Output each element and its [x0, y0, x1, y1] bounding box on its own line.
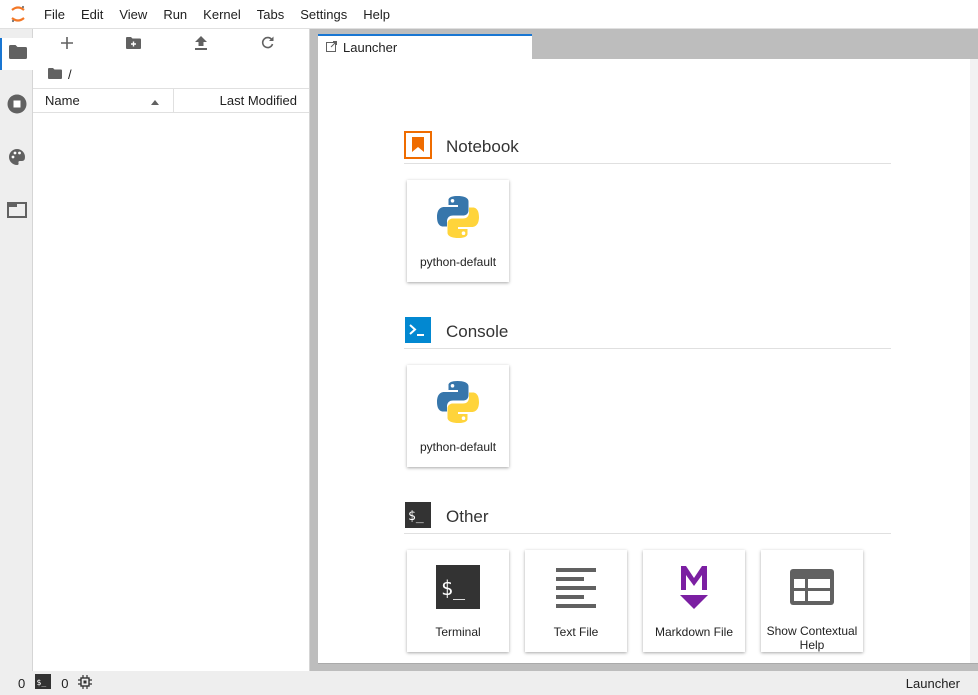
menubar: File Edit View Run Kernel Tabs Settings … [0, 0, 978, 29]
text-file-icon [550, 561, 602, 613]
tab-window-icon [6, 201, 27, 223]
console-section-header: Console [404, 316, 891, 349]
status-bar: 0 $_ 0 Launcher [0, 671, 978, 695]
notebook-cards: python-default [404, 164, 891, 282]
notebook-section: Notebook python-default [404, 130, 891, 282]
tab-launcher[interactable]: Launcher [318, 34, 532, 59]
notebook-section-header: Notebook [404, 130, 891, 164]
card-label: python-default [419, 440, 497, 454]
file-browser-toolbar [33, 29, 309, 61]
file-list-header: Name Last Modified [33, 88, 309, 113]
main-dock-area: Launcher Notebook python-default Console… [310, 29, 978, 671]
plus-icon [60, 36, 73, 54]
refresh-button[interactable] [234, 29, 301, 61]
console-cards: python-default [404, 349, 891, 467]
contextual-help-icon [786, 561, 838, 612]
console-icon [404, 316, 432, 349]
launcher-tab-icon [326, 40, 337, 55]
terminal-icon: $_ [432, 561, 484, 613]
new-folder-button[interactable] [100, 29, 167, 61]
kernels-count[interactable]: 0 [18, 676, 25, 691]
console-section-title: Console [446, 322, 509, 341]
other-section-header: $_ Other [404, 501, 891, 534]
refresh-icon [261, 36, 274, 54]
name-column-header[interactable]: Name [33, 89, 174, 112]
running-tab[interactable] [0, 90, 33, 122]
tabs-panel-tab[interactable] [0, 196, 33, 228]
menu-help[interactable]: Help [355, 0, 398, 29]
sort-ascending-icon [151, 93, 159, 108]
terminal-icon: $_ [404, 501, 432, 534]
card-label: Markdown File [654, 625, 734, 639]
breadcrumb: / [33, 61, 309, 88]
menu-run[interactable]: Run [155, 0, 195, 29]
svg-text:$_: $_ [37, 678, 47, 687]
terminal-card[interactable]: $_ Terminal [407, 550, 509, 652]
text-file-card[interactable]: Text File [525, 550, 627, 652]
file-browser: / Name Last Modified [33, 29, 310, 671]
new-launcher-button[interactable] [33, 29, 100, 61]
python-icon [432, 376, 484, 428]
show-contextual-help-card[interactable]: Show Contextual Help [761, 550, 863, 652]
terminal-status-icon[interactable]: $_ [35, 674, 52, 692]
console-section: Console python-default [404, 316, 891, 467]
markdown-icon [668, 561, 720, 613]
launcher-panel: Notebook python-default Console python-d… [318, 59, 978, 664]
palette-icon [8, 148, 26, 171]
menu-kernel[interactable]: Kernel [195, 0, 249, 29]
tab-label: Launcher [343, 40, 398, 55]
menu-view[interactable]: View [111, 0, 155, 29]
stop-circle-icon [7, 94, 27, 119]
upload-button[interactable] [167, 29, 234, 61]
breadcrumb-path[interactable]: / [68, 67, 72, 82]
other-section: $_ Other $_ Terminal Text File Markdown … [404, 501, 891, 652]
new-folder-icon [126, 36, 141, 54]
name-column-label: Name [45, 93, 80, 108]
terminals-count[interactable]: 0 [61, 676, 68, 691]
card-label: Text File [553, 625, 599, 639]
file-browser-tab[interactable] [0, 38, 33, 70]
menu-edit[interactable]: Edit [73, 0, 111, 29]
notebook-icon [404, 130, 432, 164]
card-label: Show Contextual Help [766, 624, 858, 652]
other-section-title: Other [446, 507, 489, 526]
other-cards: $_ Terminal Text File Markdown File Show… [404, 534, 891, 652]
last-modified-column-header[interactable]: Last Modified [174, 93, 309, 108]
python-icon [432, 191, 484, 243]
console-python-default-card[interactable]: python-default [407, 365, 509, 467]
notebook-section-title: Notebook [446, 137, 519, 156]
card-label: python-default [419, 255, 497, 269]
card-label: Terminal [435, 625, 481, 639]
menu-settings[interactable]: Settings [292, 0, 355, 29]
left-activity-bar [0, 29, 33, 671]
home-folder-icon[interactable] [48, 67, 62, 82]
active-document-label: Launcher [905, 675, 960, 691]
vertical-scrollbar[interactable] [970, 59, 978, 663]
menu-tabs[interactable]: Tabs [249, 0, 292, 29]
commands-tab[interactable] [0, 143, 33, 175]
svg-text:$_: $_ [441, 576, 466, 600]
upload-icon [194, 35, 207, 55]
markdown-file-card[interactable]: Markdown File [643, 550, 745, 652]
menu-file[interactable]: File [36, 0, 73, 29]
jupyter-logo-icon [0, 0, 36, 29]
chip-icon[interactable] [78, 674, 93, 692]
folder-icon [8, 44, 27, 64]
svg-text:$_: $_ [408, 509, 424, 524]
notebook-python-default-card[interactable]: python-default [407, 180, 509, 282]
